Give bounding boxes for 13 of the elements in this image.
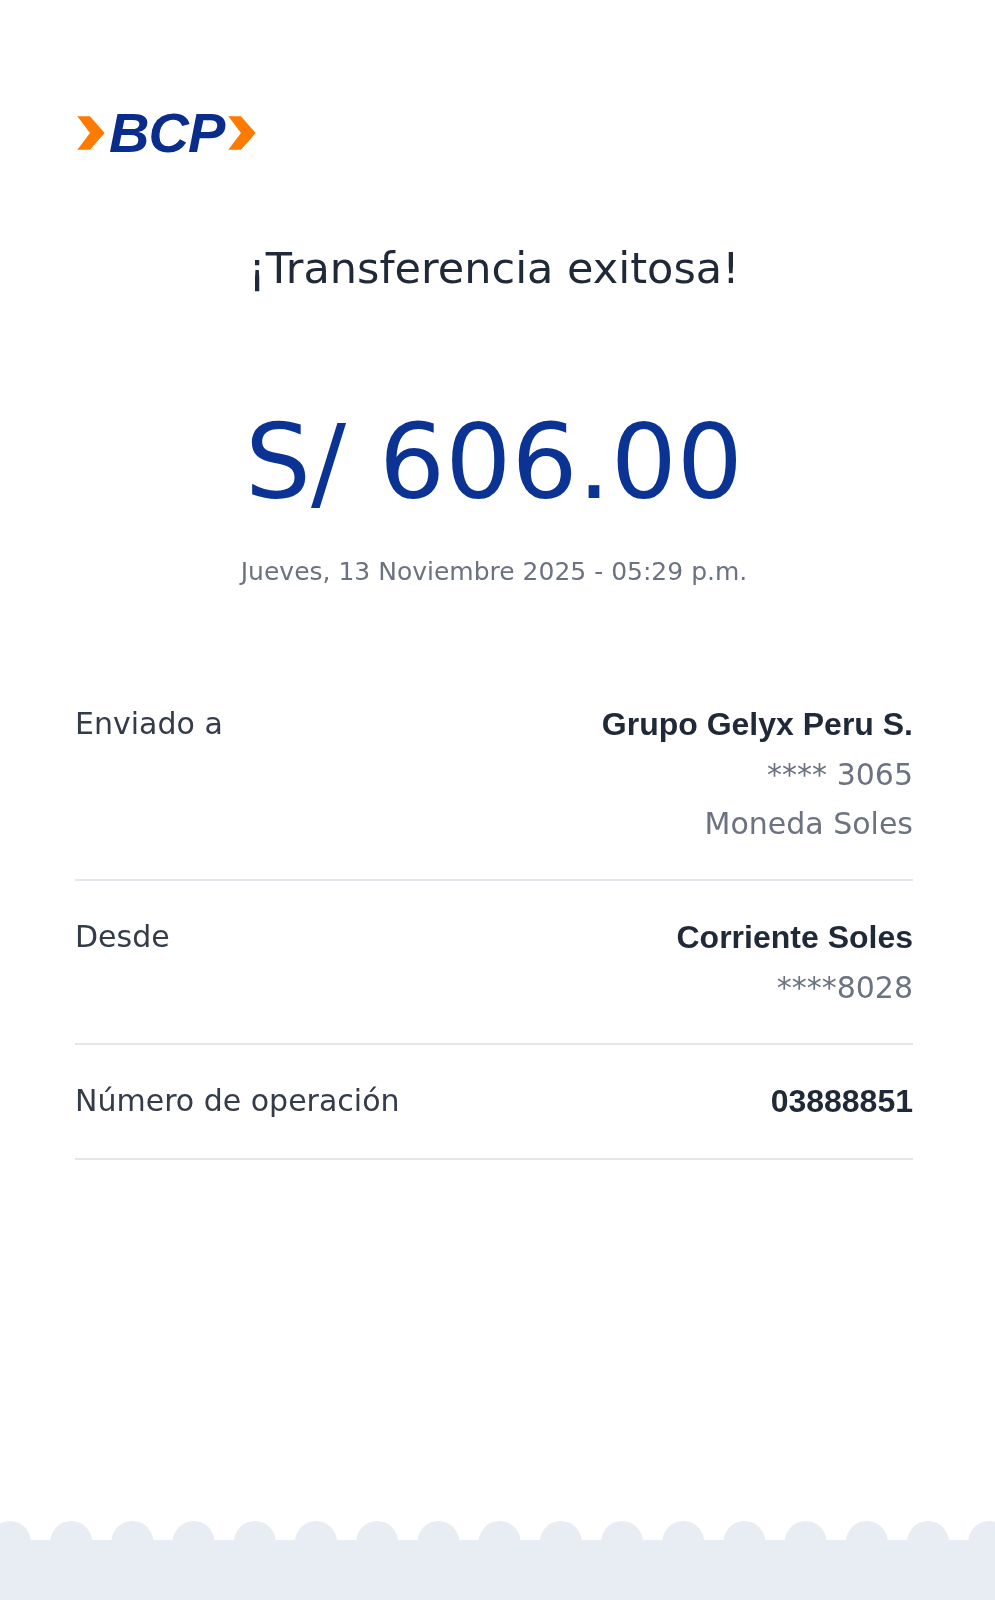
detail-label: Número de operación (75, 1083, 400, 1119)
detail-value: Corriente Soles (676, 919, 913, 957)
success-title: ¡Transferencia exitosa! (247, 243, 741, 293)
amount: S/ 606.00 (244, 405, 744, 520)
detail-label: Desde (75, 919, 170, 955)
detail-value: ****8028 (776, 970, 913, 1006)
detail-label: Enviado a (75, 706, 223, 742)
detail-value: **** 3065 (767, 757, 913, 793)
detail-value: 03888851 (770, 1083, 913, 1121)
detail-value: Grupo Gelyx Peru S. (601, 706, 913, 744)
bcp-logo: BCP (75, 100, 259, 165)
detail-value: Moneda Soles (704, 806, 913, 842)
date-time: Jueves, 13 Noviembre 2025 - 05:29 p.m. (238, 557, 749, 587)
